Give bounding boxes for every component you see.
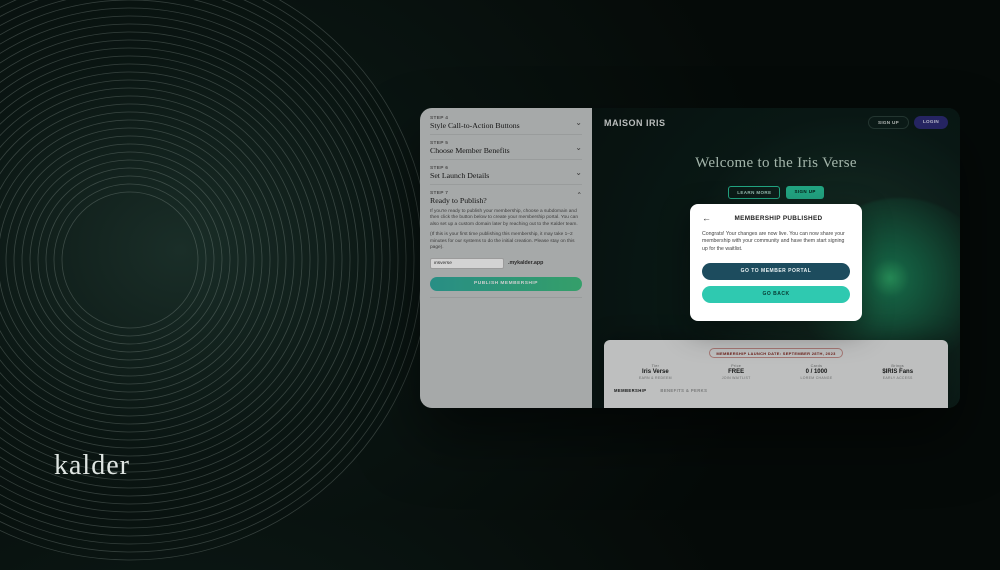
modal-title: MEMBERSHIP PUBLISHED [707,215,850,222]
stat-brings-sub: EARLY ACCESS [882,376,913,380]
brand-mark: kalder [54,450,130,482]
chevron-down-icon: ⌄ [575,119,582,127]
step-7-desc-2: (If this is your first time publishing t… [430,232,582,251]
subdomain-suffix: .mykalder.app [508,260,543,266]
step-6-title: Set Launch Details [430,171,489,180]
preview-login-button[interactable]: LOGIN [914,116,948,129]
app-window: STEP 4 Style Call-to-Action Buttons ⌄ ST… [420,108,960,408]
stat-tier-value: Iris Verse [639,369,672,375]
stat-price-label: Price [722,364,751,368]
step-7-panel: STEP 7 Ready to Publish? ⌃ If you're rea… [430,191,582,298]
stat-brings: Brings $IRIS Fans EARLY ACCESS [882,364,913,380]
hero-cta-row: LEARN MORE SIGN UP [592,186,960,199]
step-7-title: Ready to Publish? [430,196,487,205]
tab-benefits[interactable]: BENEFITS & PERKS [660,388,707,393]
step-5-title: Choose Member Benefits [430,146,510,155]
preview-brand: MAISON IRIS [604,118,666,128]
background-rings [0,0,440,570]
step-4-row[interactable]: STEP 4 Style Call-to-Action Buttons ⌄ [430,116,582,135]
stat-brings-label: Brings [882,364,913,368]
stats-card: MEMBERSHIP LAUNCH DATE: SEPTEMBER 28TH, … [604,340,948,408]
modal-body-text: Congrats! Your changes are now live. You… [702,231,850,253]
settings-pane: STEP 4 Style Call-to-Action Buttons ⌄ ST… [420,108,592,408]
stats-tabs: MEMBERSHIP BENEFITS & PERKS [614,388,938,393]
step-7-desc-1: If you're ready to publish your membersh… [430,209,582,228]
step-6-row[interactable]: STEP 6 Set Launch Details ⌄ [430,166,582,185]
chevron-up-icon[interactable]: ⌃ [577,191,582,199]
stat-cards-label: Cards [800,364,832,368]
subdomain-row: .mykalder.app [430,258,582,269]
hero-signup-button[interactable]: SIGN UP [786,186,823,199]
stat-tier: Tier Iris Verse EARN & REDEEM [639,364,672,380]
go-to-member-portal-button[interactable]: GO TO MEMBER PORTAL [702,263,850,280]
preview-signup-button[interactable]: SIGN UP [868,116,909,129]
stat-price: Price FREE JOIN WAITLIST [722,364,751,380]
tab-membership[interactable]: MEMBERSHIP [614,388,646,393]
stat-tier-sub: EARN & REDEEM [639,376,672,380]
subdomain-input[interactable] [430,258,504,269]
membership-published-modal: ← MEMBERSHIP PUBLISHED Congrats! Your ch… [690,204,862,321]
go-back-button[interactable]: GO BACK [702,286,850,303]
chevron-down-icon: ⌄ [575,169,582,177]
launch-date-pill: MEMBERSHIP LAUNCH DATE: SEPTEMBER 28TH, … [709,348,842,358]
preview-header: MAISON IRIS SIGN UP LOGIN [592,108,960,129]
stat-tier-label: Tier [639,364,672,368]
chevron-down-icon: ⌄ [575,144,582,152]
stat-cards-value: 0 / 1000 [800,369,832,375]
stat-brings-value: $IRIS Fans [882,369,913,375]
hero-learn-more-button[interactable]: LEARN MORE [728,186,780,199]
stat-cards-sub: LOREM CHANGE [800,376,832,380]
stat-price-sub: JOIN WAITLIST [722,376,751,380]
publish-membership-button[interactable]: PUBLISH MEMBERSHIP [430,277,582,291]
step-5-row[interactable]: STEP 5 Choose Member Benefits ⌄ [430,141,582,160]
preview-headline: Welcome to the Iris Verse [592,155,960,172]
stat-cards: Cards 0 / 1000 LOREM CHANGE [800,364,832,380]
stat-price-value: FREE [722,369,751,375]
preview-pane: MAISON IRIS SIGN UP LOGIN Welcome to the… [592,108,960,408]
step-4-title: Style Call-to-Action Buttons [430,121,520,130]
